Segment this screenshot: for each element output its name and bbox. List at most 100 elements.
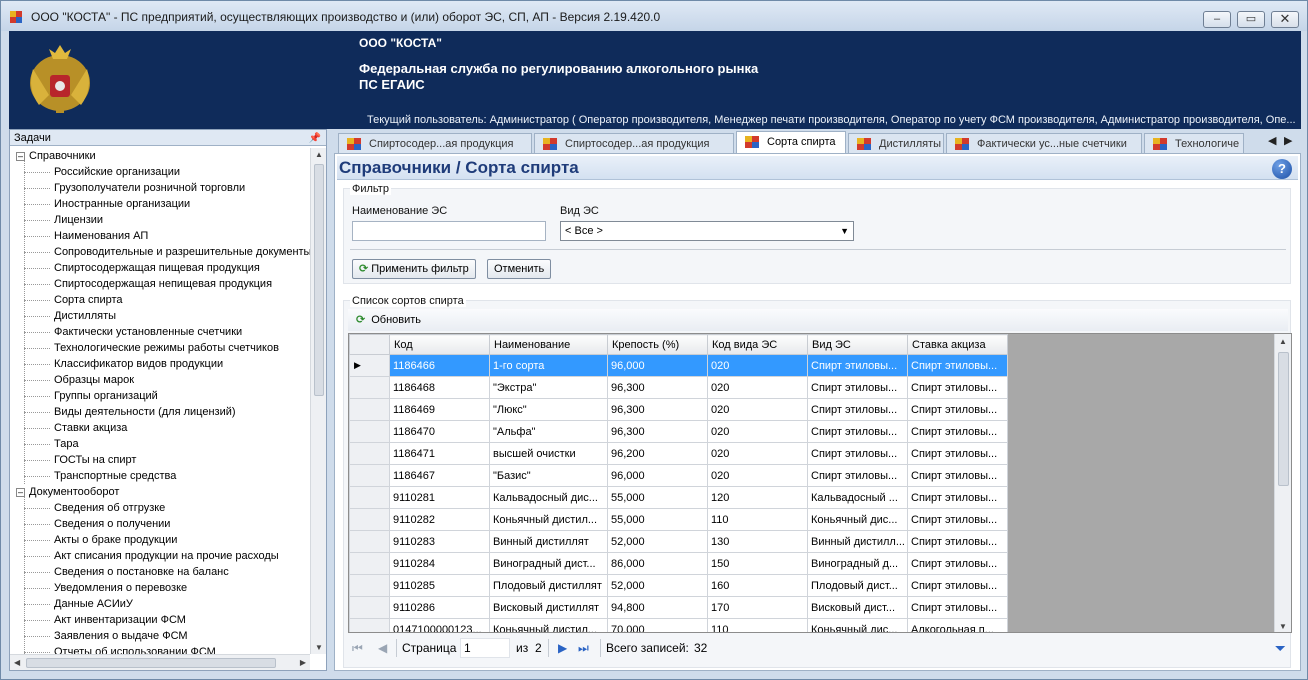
tasks-vertical-scrollbar[interactable]: ▲ ▼ [310,148,326,654]
table-row[interactable]: 1186468 "Экстра" 96,300 020 Спирт этиловы...… [349,376,1008,399]
column-header[interactable]: Крепость (%) [607,334,708,355]
row-header[interactable] [349,464,390,487]
table-cell[interactable]: 020 [707,420,808,443]
table-row[interactable]: 9110284 Виноградный дист... 86,000 150 Виног… [349,552,1008,575]
tree-item[interactable]: Лицензии [10,212,310,228]
table-cell[interactable]: 52,000 [607,530,708,553]
table-cell[interactable]: Спирт этиловы... [907,508,1008,531]
row-header[interactable]: ▶ [349,354,390,377]
tree-item[interactable]: Классификатор видов продукции [10,356,310,372]
table-cell[interactable]: Спирт этиловы... [907,574,1008,597]
minimize-button[interactable]: – [1203,11,1231,28]
scroll-thumb[interactable] [26,658,276,668]
tree-item[interactable]: Образцы марок [10,372,310,388]
tab-distillates[interactable]: Дистилляты [848,133,944,153]
tree-item[interactable]: Дистилляты [10,308,310,324]
table-cell[interactable]: 9110282 [389,508,490,531]
table-cell[interactable]: Спирт этиловы... [907,420,1008,443]
table-cell[interactable]: Спирт этиловы... [907,486,1008,509]
tab-nonfood-spirit-products[interactable]: Спиртосодер...ая продукция [534,133,734,153]
table-cell[interactable]: 55,000 [607,508,708,531]
table-cell[interactable]: "Экстра" [489,376,608,399]
table-cell[interactable]: 96,000 [607,464,708,487]
table-cell[interactable]: Виноградный д... [807,552,908,575]
table-cell[interactable]: "Люкс" [489,398,608,421]
table-row[interactable]: 9110282 Коньячный дистил... 55,000 110 Конья… [349,508,1008,531]
tree-item[interactable]: Тара [10,436,310,452]
apply-filter-button[interactable]: ⟳ Применить фильтр [352,259,476,279]
table-cell[interactable]: Коньячный дистил... [489,618,608,632]
table-cell[interactable]: 150 [707,552,808,575]
table-cell[interactable]: 1186471 [389,442,490,465]
row-header[interactable] [349,486,390,509]
table-cell[interactable]: Спирт этиловы... [907,354,1008,377]
tree-item[interactable]: Спиртосодержащая непищевая продукция [10,276,310,292]
table-cell[interactable]: 9110286 [389,596,490,619]
table-cell[interactable]: 9110284 [389,552,490,575]
column-header[interactable]: Код [389,334,490,355]
table-cell[interactable]: 1186466 [389,354,490,377]
table-cell[interactable]: 020 [707,398,808,421]
pin-icon[interactable]: 📌 [309,131,321,147]
tree-item[interactable]: ГОСТы на спирт [10,452,310,468]
collapse-icon[interactable]: – [16,487,25,497]
scroll-thumb[interactable] [314,164,324,396]
table-cell[interactable]: 160 [707,574,808,597]
table-cell[interactable]: Коньячный дис... [807,508,908,531]
table-cell[interactable]: 020 [707,464,808,487]
table-cell[interactable]: 110 [707,618,808,632]
tree-item[interactable]: Виды деятельности (для лицензий) [10,404,310,420]
table-row[interactable]: 9110286 Висковый дистиллят 94,800 170 Висков… [349,596,1008,619]
tab-scroll-right-icon[interactable]: ▶ [1284,134,1292,147]
grid-vertical-scrollbar[interactable]: ▲ ▼ [1274,334,1291,632]
row-header[interactable] [349,398,390,421]
tree-group-reference[interactable]: – Справочники [10,148,310,164]
cancel-filter-button[interactable]: Отменить [487,259,552,279]
table-cell[interactable]: Висковый дистиллят [489,596,608,619]
scroll-up-icon[interactable]: ▲ [315,150,323,159]
table-cell[interactable]: Спирт этиловы... [807,398,908,421]
tasks-horizontal-scrollbar[interactable]: ◀ ▶ [10,654,310,670]
table-cell[interactable]: Коньячный дистил... [489,508,608,531]
collapse-icon[interactable]: – [16,151,25,161]
tree-item[interactable]: Фактически установленные счетчики [10,324,310,340]
table-row[interactable]: 9110285 Плодовый дистиллят 52,000 160 Плодов… [349,574,1008,597]
tree-item[interactable]: Сведения о постановке на баланс [10,564,310,580]
maximize-button[interactable]: ▭ [1237,11,1265,28]
table-cell[interactable]: Винный дистилл... [807,530,908,553]
page-number-input[interactable]: 1 [460,638,510,658]
table-cell[interactable]: Висковый дист... [807,596,908,619]
table-cell[interactable]: 1186470 [389,420,490,443]
help-icon[interactable]: ? [1272,159,1292,179]
column-header[interactable]: Код вида ЭС [707,334,808,355]
table-row[interactable]: ▶ 1186466 1-го сорта 96,000 020 Спирт этиловы… [349,354,1008,377]
type-select[interactable]: < Все > ▼ [560,221,854,241]
row-header[interactable] [349,508,390,531]
table-cell[interactable]: 020 [707,376,808,399]
row-header[interactable] [349,442,390,465]
table-cell[interactable]: Плодовый дист... [807,574,908,597]
tree-item[interactable]: Сведения о получении [10,516,310,532]
table-row[interactable]: 1186469 "Люкс" 96,300 020 Спирт этиловы... Сп… [349,398,1008,421]
tree-group-documents[interactable]: – Документооборот [10,484,310,500]
table-cell[interactable]: 9110285 [389,574,490,597]
filter-icon[interactable]: ⏷ [1275,635,1286,661]
table-cell[interactable]: "Базис" [489,464,608,487]
scroll-down-icon[interactable]: ▼ [315,643,323,652]
table-cell[interactable]: Спирт этиловы... [907,442,1008,465]
last-page-icon[interactable]: ⏭ [578,635,589,661]
table-cell[interactable]: Винный дистиллят [489,530,608,553]
scroll-thumb[interactable] [1278,352,1289,486]
table-row[interactable]: 9110283 Винный дистиллят 52,000 130 Винный д… [349,530,1008,553]
tree-item-spirit-grades[interactable]: Сорта спирта [10,292,310,308]
table-cell[interactable]: 020 [707,442,808,465]
table-cell[interactable]: 96,200 [607,442,708,465]
table-cell[interactable]: 55,000 [607,486,708,509]
table-cell[interactable]: "Альфа" [489,420,608,443]
scroll-right-icon[interactable]: ▶ [300,658,306,667]
table-cell[interactable]: Спирт этиловы... [907,376,1008,399]
table-row[interactable]: 9110281 Кальвадосный дис... 55,000 120 Кальв… [349,486,1008,509]
table-cell[interactable]: высшей очистки [489,442,608,465]
tree-item[interactable]: Ставки акциза [10,420,310,436]
table-cell[interactable]: 9110281 [389,486,490,509]
